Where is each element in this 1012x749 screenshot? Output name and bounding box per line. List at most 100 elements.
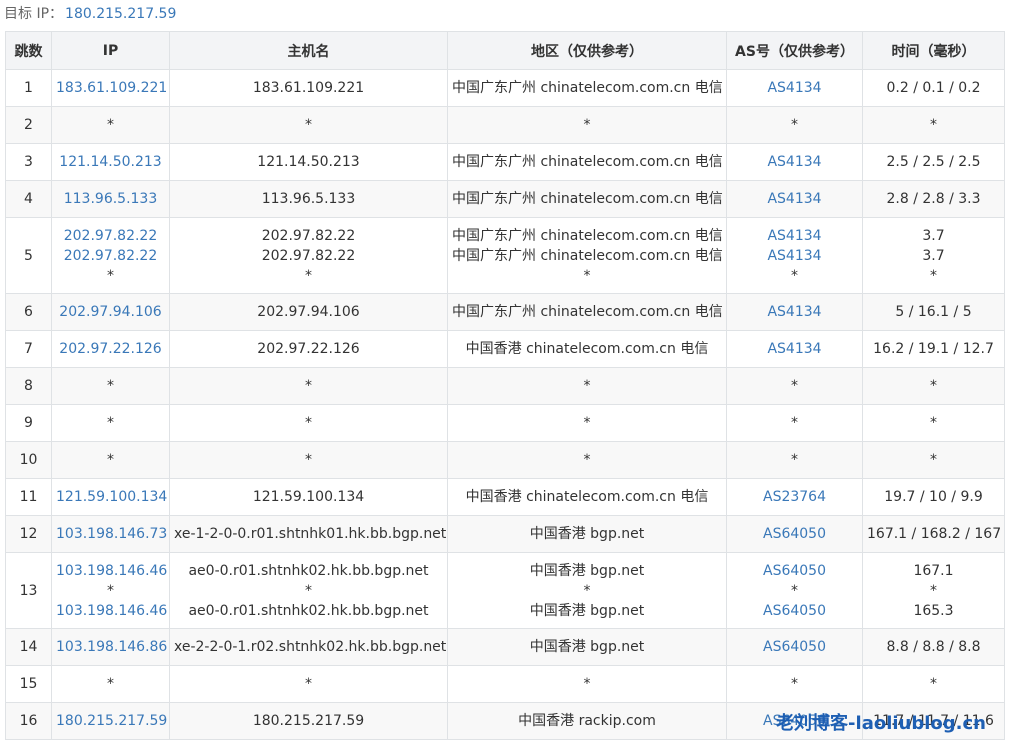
time-text: 3.7 — [922, 247, 945, 264]
hostname-text: 202.97.94.106 — [257, 304, 360, 320]
asn-link[interactable]: AS4134 — [731, 226, 858, 246]
ip-text: * — [107, 117, 114, 133]
ip-link[interactable]: 103.198.146.46 — [56, 601, 167, 621]
asn-cell: * — [726, 106, 863, 144]
asn-text: * — [791, 117, 798, 133]
asn-link[interactable]: AS64050 — [731, 637, 858, 657]
ip-link[interactable]: 202.97.82.22 — [56, 226, 165, 246]
ip-text: * — [107, 582, 114, 599]
hostname-text: 121.14.50.213 — [257, 154, 360, 170]
ip-link[interactable]: 202.97.22.126 — [56, 339, 165, 359]
site-watermark: 老刘博客-laoliublog.cn — [776, 713, 986, 734]
table-row: 6 202.97.94.106 202.97.94.106 中国广东广州 chinat… — [5, 293, 1005, 331]
hop-cell: 7 — [5, 330, 52, 368]
ip-cell: * — [51, 106, 170, 144]
ip-link[interactable]: 180.215.217.59 — [56, 711, 167, 731]
hostname-text: * — [305, 582, 312, 599]
table-row: 2 * * * * * — [5, 106, 1005, 144]
time-text: 5 / 16.1 / 5 — [895, 304, 972, 320]
time-text: 19.7 / 10 / 9.9 — [884, 489, 983, 505]
ip-cell: 103.198.146.86 — [51, 628, 170, 666]
hostname-cell: 121.14.50.213 — [169, 143, 448, 181]
target-ip-line: 目标 IP： 180.215.217.59 — [4, 4, 176, 24]
asn-link[interactable]: AS4134 — [731, 152, 858, 172]
ip-link[interactable]: 121.14.50.213 — [56, 152, 165, 172]
hop-cell: 5 — [5, 217, 52, 294]
hostname-cell: 121.59.100.134 — [169, 478, 448, 516]
table-header-row: 跳数 IP 主机名 地区（仅供参考） AS号（仅供参考） 时间（毫秒） — [5, 31, 1005, 70]
time-text: * — [930, 117, 937, 133]
region-cell: 中国香港 bgp.net * 中国香港 bgp.net — [447, 552, 727, 629]
time-cell: 2.5 / 2.5 / 2.5 — [862, 143, 1005, 181]
asn-link[interactable]: AS4134 — [731, 339, 858, 359]
time-text: 167.1 / 168.2 / 167 — [867, 526, 1002, 542]
ip-text: * — [107, 452, 114, 468]
asn-text: * — [791, 415, 798, 431]
hostname-text: * — [305, 452, 312, 468]
hop-cell: 8 — [5, 367, 52, 405]
asn-cell: * — [726, 404, 863, 442]
ip-link[interactable]: 113.96.5.133 — [56, 189, 165, 209]
time-text: 0.2 / 0.1 / 0.2 — [886, 80, 981, 96]
time-cell: * — [862, 367, 1005, 405]
hostname-text: * — [305, 676, 312, 692]
asn-link[interactable]: AS64050 — [731, 601, 858, 621]
region-text: 中国香港 bgp.net — [529, 562, 645, 579]
ip-text: * — [107, 378, 114, 394]
table-row: 12 103.198.146.73 xe-1-2-0-0.r01.shtnhk01.… — [5, 515, 1005, 553]
asn-link[interactable]: AS4134 — [731, 302, 858, 322]
time-cell: * — [862, 106, 1005, 144]
ip-link[interactable]: 103.198.146.86 — [56, 637, 167, 657]
ip-link[interactable]: 103.198.146.46 — [56, 561, 167, 581]
asn-link[interactable]: AS4134 — [731, 78, 858, 98]
region-text: * — [583, 117, 591, 133]
asn-link[interactable]: AS64050 — [731, 524, 858, 544]
table-row: 5 202.97.82.22 202.97.82.22 * 202.97.82.22 20… — [5, 217, 1005, 294]
time-text: 165.3 — [913, 602, 954, 619]
asn-link[interactable]: AS23764 — [731, 487, 858, 507]
hostname-cell: * — [169, 665, 448, 703]
ip-link[interactable]: 202.97.82.22 — [56, 246, 165, 266]
ip-cell: * — [51, 441, 170, 479]
ip-cell: * — [51, 367, 170, 405]
asn-link[interactable]: AS64050 — [731, 561, 858, 581]
hostname-text: * — [305, 267, 312, 284]
hostname-cell: 113.96.5.133 — [169, 180, 448, 218]
hostname-text: 202.97.22.126 — [257, 341, 360, 357]
asn-link[interactable]: AS4134 — [731, 246, 858, 266]
time-cell: * — [862, 441, 1005, 479]
ip-link[interactable]: 103.198.146.73 — [56, 524, 167, 544]
hostname-text: 113.96.5.133 — [261, 191, 356, 207]
time-cell: 8.8 / 8.8 / 8.8 — [862, 628, 1005, 666]
column-header-asn: AS号（仅供参考） — [726, 31, 863, 70]
asn-text: * — [791, 452, 798, 468]
ip-cell: 103.198.146.46 * 103.198.146.46 — [51, 552, 170, 629]
hop-cell: 10 — [5, 441, 52, 479]
asn-cell: AS4134 — [726, 69, 863, 107]
region-text: 中国广东广州 chinatelecom.com.cn 电信 — [452, 247, 723, 264]
hostname-cell: 202.97.94.106 — [169, 293, 448, 331]
asn-cell: * — [726, 665, 863, 703]
region-text: 中国广东广州 chinatelecom.com.cn 电信 — [452, 191, 723, 207]
asn-link[interactable]: AS4134 — [731, 189, 858, 209]
table-row: 10 * * * * * — [5, 441, 1005, 479]
region-text: * — [583, 582, 591, 599]
time-text: * — [930, 267, 937, 284]
region-text: 中国香港 rackip.com — [518, 713, 656, 729]
region-cell: 中国香港 chinatelecom.com.cn 电信 — [447, 330, 727, 368]
time-text: * — [930, 676, 937, 692]
column-header-hop: 跳数 — [5, 31, 52, 70]
ip-link[interactable]: 202.97.94.106 — [56, 302, 165, 322]
hostname-cell: ae0-0.r01.shtnhk02.hk.bb.bgp.net * ae0-0.r… — [169, 552, 448, 629]
column-header-hostname: 主机名 — [169, 31, 448, 70]
hostname-text: * — [305, 117, 312, 133]
table-row: 14 103.198.146.86 xe-2-2-0-1.r02.shtnhk02.… — [5, 628, 1005, 666]
ip-link[interactable]: 183.61.109.221 — [56, 78, 167, 98]
asn-cell: AS23764 — [726, 478, 863, 516]
hop-cell: 6 — [5, 293, 52, 331]
time-text: * — [930, 452, 937, 468]
ip-cell: * — [51, 665, 170, 703]
time-cell: 19.7 / 10 / 9.9 — [862, 478, 1005, 516]
table-row: 13 103.198.146.46 * 103.198.146.46 ae0-0.r01… — [5, 552, 1005, 629]
ip-link[interactable]: 121.59.100.134 — [56, 487, 167, 507]
